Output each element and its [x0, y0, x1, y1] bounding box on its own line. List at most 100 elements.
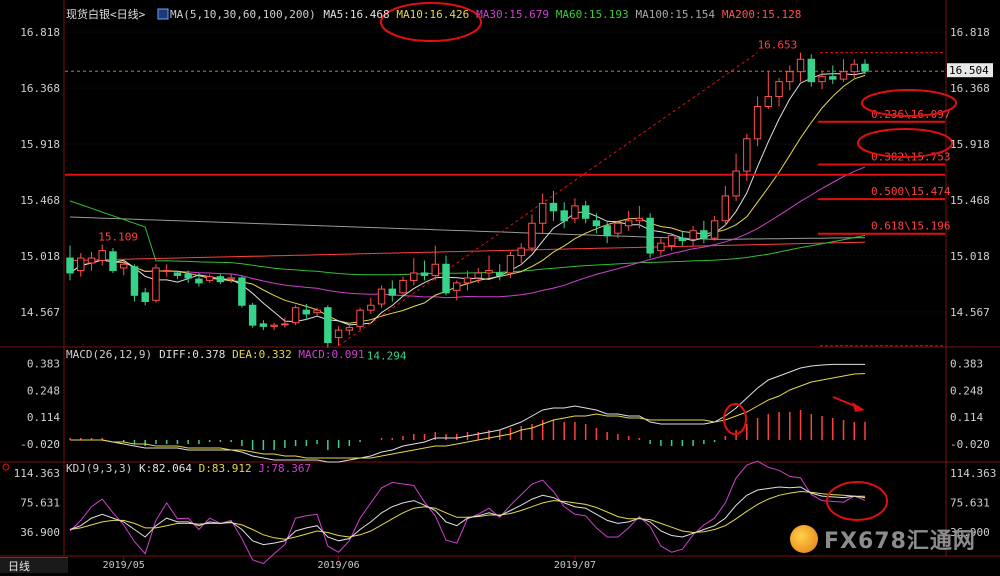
candle-body [581, 205, 590, 219]
candle-body [410, 272, 418, 281]
ma-legend-item: MA(5,10,30,60,100,200) [170, 8, 316, 21]
y-tick-label-right: 75.631 [950, 496, 990, 509]
macd-legend-item: MACD(26,12,9) [66, 348, 152, 361]
candle-body [184, 273, 192, 279]
y-tick-label-right: 14.567 [950, 306, 990, 319]
price-panel: 0.236\16.0970.382\15.7530.500\15.4740.61… [65, 2, 993, 363]
candle-body [334, 329, 343, 339]
y-tick-label-left: 0.383 [27, 357, 60, 370]
y-tick-label-left: 14.567 [20, 306, 60, 319]
y-tick-label-right: 0.114 [950, 411, 983, 424]
ma-legend-item: MA5:16.468 [323, 8, 389, 21]
chart-stage: 0.236\16.097 0.382\15.753 0.500\15.474 0.61… [0, 0, 1000, 573]
y-tick-label-left: 36.900 [20, 526, 60, 539]
candle-body [517, 247, 525, 257]
candle-body [829, 76, 837, 80]
fib-label: 0.618\15.196 [871, 220, 950, 233]
macd-arrow-head-icon [852, 402, 865, 412]
y-tick-label-right: 15.918 [950, 138, 990, 151]
candle-body [119, 263, 128, 269]
y-tick-label-left: -0.020 [20, 438, 60, 451]
x-tick-label: 2019/06 [318, 560, 360, 571]
candle-body [818, 76, 826, 83]
candle-body [485, 269, 493, 274]
watermark: FX678汇通网 [790, 522, 976, 556]
candle-body [431, 263, 439, 276]
y-tick-label-left: 0.248 [27, 384, 60, 397]
x-tick-label: 2019/07 [554, 560, 596, 571]
candle-body [463, 277, 472, 284]
candle-body [753, 105, 762, 140]
price-annotation: 15.109 [98, 230, 138, 243]
kdj-legend-item: D:83.912 [199, 462, 252, 475]
kdj-legend-item: K:82.064 [139, 462, 192, 475]
bottom-tab[interactable]: 日线 [0, 557, 68, 573]
y-tick-label-left: 15.468 [20, 194, 60, 207]
candle-body [796, 58, 805, 73]
candle-body [775, 81, 783, 98]
candle-body [302, 309, 311, 315]
candle-body [678, 237, 687, 242]
candle-body [259, 323, 268, 327]
candle-body [238, 277, 246, 306]
y-tick-label-left: 15.018 [20, 250, 60, 263]
candle-body [205, 276, 214, 281]
ma60-line [69, 200, 866, 276]
watermark-text: FX678汇通网 [824, 529, 976, 554]
candle-body [377, 288, 386, 305]
candle-body [162, 269, 171, 272]
price-annotation: 16.653 [758, 39, 798, 52]
y-tick-label-right: -0.020 [950, 438, 990, 451]
axis-labels: 2019/05 2019/06 2019/07 16.818 16.818 16.368 1… [14, 26, 997, 571]
candle-body [87, 257, 96, 264]
ma-legend-item: MA10:16.426 [396, 8, 469, 21]
kdj-legend-item: J:78.367 [258, 462, 311, 475]
y-tick-label-left: 16.368 [20, 82, 60, 95]
kdj-indicator-icon [2, 463, 10, 471]
price-annotation: 14.294 [367, 350, 407, 363]
fib-label: 0.500\15.474 [871, 185, 951, 198]
ma100-line [69, 216, 866, 240]
candle-body [635, 217, 644, 222]
candle-body [592, 220, 601, 227]
y-tick-label-left: 0.114 [27, 411, 60, 424]
y-tick-label-left: 15.918 [20, 138, 60, 151]
candle-body [420, 272, 429, 276]
candle-body [571, 205, 579, 219]
candle-body [66, 257, 74, 274]
candle-body [345, 327, 354, 331]
y-tick-label-right: 0.248 [950, 384, 983, 397]
candle-body [270, 324, 278, 327]
candle-body [399, 279, 407, 294]
candle-body [528, 222, 536, 249]
candle-body [152, 267, 160, 301]
candle-body [77, 257, 85, 271]
kdj-k-line [69, 486, 866, 546]
candle-body [356, 309, 364, 327]
kdj-panel [69, 460, 888, 565]
candle-body [710, 220, 719, 239]
candle-body [130, 266, 139, 296]
candle-body [506, 255, 515, 274]
y-tick-label-right: 114.363 [950, 467, 996, 480]
macd-legend-item: MACD:0.091 [298, 348, 364, 361]
candle-body [560, 210, 568, 222]
tab-daily[interactable]: 日线 [0, 558, 30, 574]
candle-body [624, 220, 633, 227]
candle-body [732, 170, 740, 197]
candle-body [839, 71, 848, 80]
candle-body [667, 235, 676, 247]
candle-body [603, 225, 611, 237]
candle-body [367, 304, 375, 311]
y-tick-label-left: 114.363 [14, 467, 60, 480]
ma-legend-icon [157, 8, 169, 20]
candle-body [141, 292, 149, 303]
candle-body [614, 222, 622, 234]
candle-body [227, 277, 235, 280]
y-tick-label-right: 16.818 [950, 26, 990, 39]
y-tick-label-left: 16.818 [20, 26, 60, 39]
macd-panel [69, 363, 866, 463]
kdj-d-line [69, 490, 866, 540]
candle-body [496, 272, 504, 276]
candle-body [313, 309, 321, 314]
